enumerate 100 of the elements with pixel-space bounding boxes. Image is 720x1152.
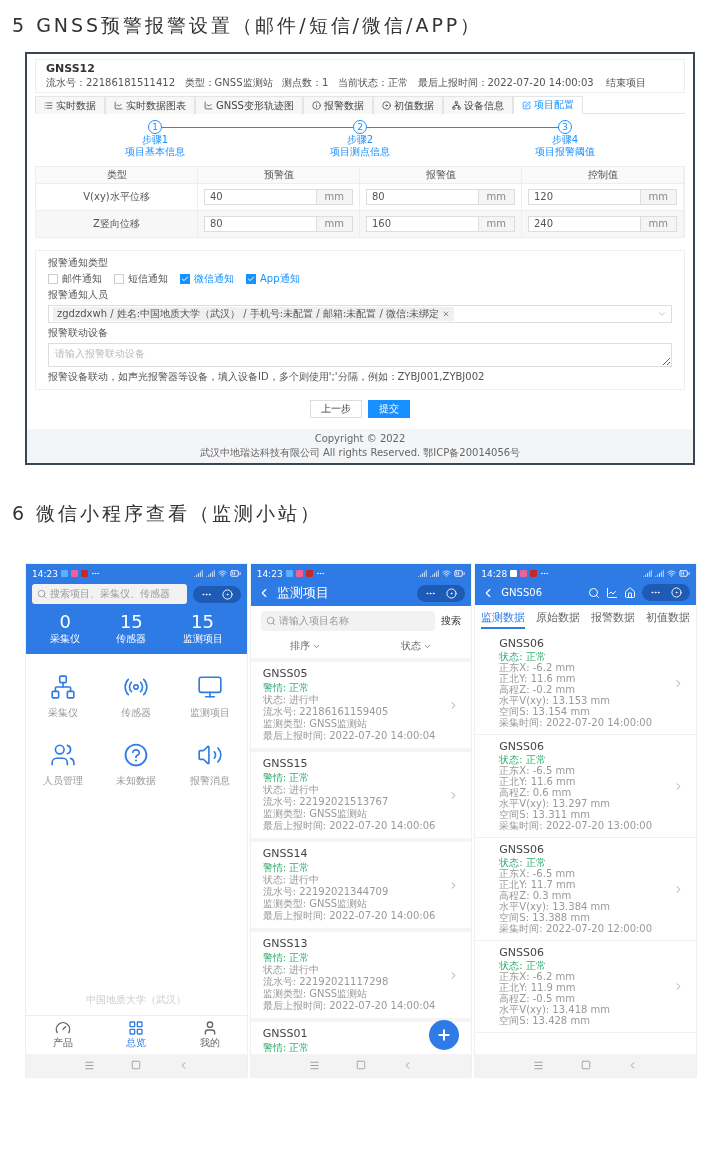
dropdown-icon [657,309,667,319]
project-name: GNSS01 [262,1028,308,1040]
record-card[interactable]: GNSS06 状态: 正常 正东X: -6.5 mm 正北Y: 11.6 mm 高程Z: 0.6 mm 水平V(xy): 13.297 mm 空间S: 13.311 mm 采集时间: 2022-07-20 13:00:00 [475,735,696,838]
project-detail: 监测类型: GNSS监测站 [262,898,368,910]
value-input[interactable]: 80 mm [366,189,515,205]
column-header: 控制值 [522,167,684,183]
tab[interactable]: 实时数据 [35,96,105,114]
remove-icon[interactable] [442,310,451,318]
stat-label: 采集仪 [50,632,81,646]
menu-icon[interactable] [533,1060,545,1071]
checkbox[interactable] [114,274,124,284]
tab[interactable]: 报警数据 [302,96,373,114]
wifi-icon [217,569,227,578]
record-status: 状态: 正常 [499,754,546,765]
record-card[interactable]: GNSS06 状态: 正常 正东X: -6.5 mm 正北Y: 11.7 mm 高程Z: 0.3 mm 水平V(xy): 13.384 mm 空间S: 13.388 mm 采集时间: 2022-07-20 12:00:00 [475,838,696,941]
record-detail: 正东X: -6.2 mm [499,662,575,673]
tab[interactable]: 实时数据图表 [105,96,195,114]
step-subtitle: 项目基本信息 [125,146,185,158]
stat-label: 传感器 [116,632,147,646]
record-detail: 高程Z: -0.2 mm [499,684,575,695]
home-icon[interactable] [580,1060,591,1070]
project-detail: 状态: 进行中 [262,784,320,796]
record-detail: 空间S: 13.311 mm [499,809,590,820]
tab-bar-item[interactable]: 我的 [199,1020,220,1050]
add-button[interactable] [429,1020,460,1050]
target-icon[interactable] [671,587,682,598]
chart-icon [114,101,123,110]
field-label: 报警通知人员 [48,289,109,301]
battery-icon [454,568,466,579]
question-icon [123,742,150,768]
filter-dropdown[interactable]: 状态 [400,639,432,653]
target-icon[interactable] [446,587,458,599]
house-icon[interactable] [624,586,636,599]
unit-label: mm [315,190,352,204]
alert-status: 警情: 正常 [262,1042,310,1054]
filter-dropdown[interactable]: 排序 [290,639,322,653]
tab[interactable]: 原始数据 [536,610,581,629]
tab[interactable]: 初值数据 [646,610,691,629]
stat-value: 15 [191,611,214,632]
field-label: 报警通知类型 [48,257,109,269]
tab[interactable]: 初值数据 [372,96,443,114]
menu-capsule[interactable] [192,585,241,603]
record-detail: 正北Y: 11.9 mm [499,982,576,993]
select-field[interactable]: zgdzdxwh / 姓名:中国地质大学（武汉） / 手机号:未配置 / 邮箱:未配置 / 微信:未绑定 [48,305,672,323]
table-cell: V(xy)水平位移 [36,183,198,210]
project-detail: 流水号: 22192021344709 [262,886,389,898]
battery-icon [679,568,690,579]
home-icon[interactable] [356,1060,366,1070]
alert-icon [311,101,321,110]
menu-capsule[interactable] [642,584,690,601]
alert-status: 警情: 正常 [262,862,310,874]
help-text: 报警设备联动，如声光报警器等设备，填入设备ID，多个则使用';'分隔，例如：ZYBJ001,ZYBJ002 [48,371,486,383]
unit-label: mm [315,217,352,231]
value-input[interactable]: 240 mm [528,216,677,232]
signal-icon [418,569,428,578]
search-icon[interactable] [588,586,600,599]
step-title: 步骤2 [346,134,374,146]
tab-bar-item[interactable]: 总览 [126,1020,147,1050]
menu-capsule[interactable] [417,584,466,602]
tab-bar-item[interactable]: 产品 [52,1020,73,1050]
section-heading: 5 GNSS预警报警设置（邮件/短信/微信/APP） [11,13,484,38]
target-icon[interactable] [221,588,233,600]
project-name: GNSS13 [262,938,308,950]
unit-label: mm [477,217,514,231]
project-card[interactable]: GNSS15 警情: 正常 状态: 进行中 流水号: 22192021513767 监测类型: GNSS监测站 最后上报时间: 2022-07-20 14:00:06 [250,752,472,842]
menu-icon[interactable] [84,1060,96,1071]
record-card[interactable]: GNSS06 状态: 正常 正东X: -6.2 mm 正北Y: 11.9 mm 高程Z: -0.5 mm 水平V(xy): 13.418 mm 空间S: 13.428 mm [475,941,696,1033]
checkbox[interactable] [246,274,256,284]
record-card[interactable]: GNSS06 状态: 正常 正东X: -6.2 mm 正北Y: 11.6 mm 高程Z: -0.2 mm 水平V(xy): 13.153 mm 空间S: 13.154 mm 采集时间: 2022-07-20 14:00:00 [475,632,696,735]
value-input[interactable]: 160 mm [366,216,515,232]
project-card[interactable]: GNSS14 警情: 正常 状态: 进行中 流水号: 22192021344709 监测类型: GNSS监测站 最后上报时间: 2022-07-20 14:00:06 [250,842,472,932]
project-card[interactable]: GNSS05 警情: 正常 状态: 进行中 流水号: 22186161159405 监测类型: GNSS监测站 最后上报时间: 2022-07-20 14:00:04 [250,662,472,752]
project-name: GNSS15 [262,758,308,770]
checkbox[interactable] [180,274,190,284]
line-chart-icon[interactable] [606,586,618,599]
project-name: GNSS14 [262,848,308,860]
unit-label: mm [639,190,676,204]
gauge-icon [54,1020,71,1036]
tab[interactable]: GNSS变形轨迹图 [195,96,303,114]
record-detail: 高程Z: 0.6 mm [499,787,572,798]
project-detail: 流水号: 22192021513767 [262,796,389,808]
value-input[interactable]: 40 mm [204,189,353,205]
checkbox[interactable] [48,274,58,284]
end-project-link[interactable]: 结束项目 [605,77,646,89]
tab[interactable]: 监测数据 [480,610,525,629]
project-detail: 流水号: 22186161159405 [262,706,389,718]
footer-text: Copyright © 2022 [314,433,406,445]
menu-icon[interactable] [308,1060,320,1071]
stat-label: 监测项目 [182,632,223,646]
value-input[interactable]: 80 mm [204,216,353,232]
status-time: 14:23 [32,568,58,579]
home-icon[interactable] [131,1060,142,1070]
step-number: 3 [558,120,572,134]
record-detail: 高程Z: 0.3 mm [499,890,572,901]
search-link[interactable]: 搜索 [441,614,462,628]
tab[interactable]: 设备信息 [442,96,513,114]
previous-button[interactable]: 上一步 [310,400,362,418]
tab[interactable]: 报警数据 [591,610,636,629]
input-field[interactable]: 请输入报警联动设备 [48,343,672,367]
value-input[interactable]: 120 mm [528,189,677,205]
